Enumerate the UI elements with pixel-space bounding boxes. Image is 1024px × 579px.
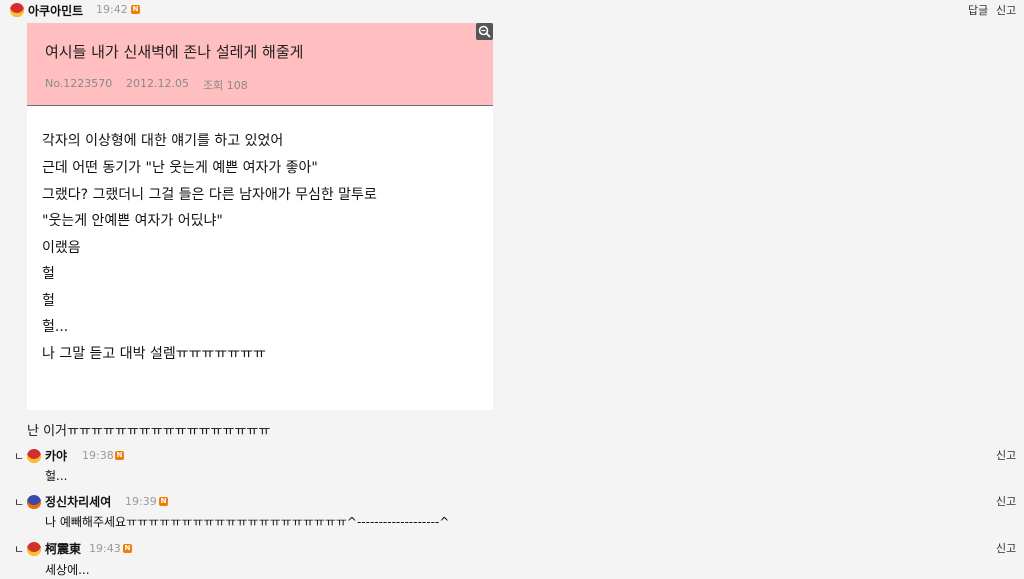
body-line: "웃는게 안예쁜 여자가 어딨냐": [42, 213, 223, 229]
new-badge: N: [159, 497, 168, 506]
report-button[interactable]: 신고: [996, 2, 1016, 18]
new-badge: N: [131, 5, 140, 14]
magnifier-icon: [478, 25, 491, 38]
zoom-button[interactable]: [476, 23, 493, 40]
reply-text: 나 예빼해주세요ㅠㅠㅠㅠㅠㅠㅠㅠㅠㅠㅠㅠㅠㅠㅠㅠㅠㅠㅠㅠ^-----------…: [45, 515, 450, 529]
report-button[interactable]: 신고: [996, 447, 1016, 463]
avatar-icon: [27, 542, 41, 556]
avatar-icon: [10, 3, 24, 17]
card-number: No.1223570: [45, 77, 113, 90]
body-line: 각자의 이상형에 대한 얘기를 하고 있었어: [42, 133, 284, 149]
reply-marker: ㄴ: [14, 450, 25, 463]
reply-author[interactable]: 카야: [45, 447, 67, 464]
card-header: [27, 23, 493, 106]
body-line: 헐...: [42, 319, 69, 335]
reply-marker: ㄴ: [14, 496, 25, 509]
report-button[interactable]: 신고: [996, 540, 1016, 556]
post-time: 19:42: [96, 3, 128, 16]
reply-author[interactable]: 정신차리세여: [45, 493, 111, 510]
body-line: 나 그말 듣고 대박 설렘ㅠㅠㅠㅠㅠㅠㅠ: [42, 346, 266, 362]
reply-time: 19:38: [82, 449, 114, 462]
avatar-icon: [27, 495, 41, 509]
card-date: 2012.12.05: [126, 77, 189, 90]
card-views: 조회 108: [203, 79, 248, 92]
reply-time: 19:39: [125, 495, 157, 508]
card-title: 여시들 내가 신새벽에 존나 설레게 해줄게: [45, 43, 304, 61]
reply-text: 헐...: [45, 469, 68, 483]
reply-button[interactable]: 답글: [968, 2, 988, 18]
report-button[interactable]: 신고: [996, 493, 1016, 509]
new-badge: N: [123, 544, 132, 553]
avatar-icon: [27, 449, 41, 463]
body-line: 이랬음: [42, 240, 81, 256]
body-line: 헐: [42, 266, 55, 282]
new-badge: N: [115, 451, 124, 460]
reply-time: 19:43: [89, 542, 121, 555]
post-author[interactable]: 아쿠아민트: [28, 2, 83, 19]
reply-text: 세상에...: [45, 563, 90, 577]
reply-author[interactable]: 柯震東: [45, 540, 81, 557]
post-comment-text: 난 이거ㅠㅠㅠㅠㅠㅠㅠㅠㅠㅠㅠㅠㅠㅠㅠㅠㅠ: [27, 424, 271, 439]
reply-marker: ㄴ: [14, 543, 25, 556]
body-line: 헐: [42, 293, 55, 309]
body-line: 근데 어떤 동기가 "난 웃는게 예쁜 여자가 좋아": [42, 160, 318, 176]
body-line: 그랬다? 그랬더니 그걸 들은 다른 남자애가 무심한 말투로: [42, 187, 377, 203]
